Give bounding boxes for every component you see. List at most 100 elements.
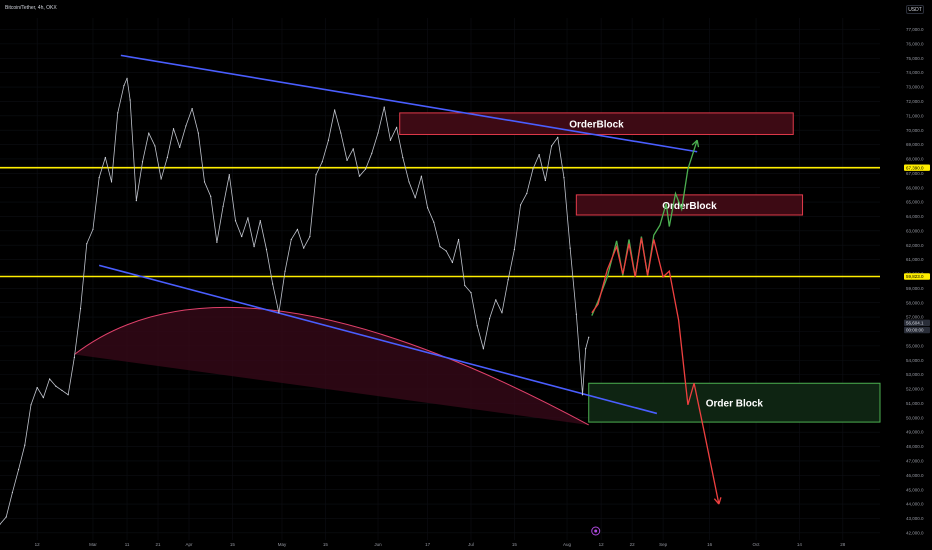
price-point <box>557 136 559 138</box>
price-point <box>383 106 385 108</box>
price-point <box>86 243 88 245</box>
price-point <box>464 284 466 287</box>
price-point <box>210 195 212 197</box>
orderblock-label: OrderBlock <box>569 120 624 131</box>
y-tick-label: 72,000.0 <box>906 99 924 104</box>
price-point <box>42 397 44 399</box>
price-point <box>581 394 584 396</box>
y-tick-label: 62,000.0 <box>906 243 924 248</box>
y-tick-label: 71,000.0 <box>906 113 924 118</box>
price-point <box>352 148 354 150</box>
x-tick-label: May <box>278 542 287 547</box>
y-tick-label: 43,000.0 <box>906 516 924 521</box>
price-point <box>402 156 404 159</box>
x-tick-label: Sep <box>659 542 668 547</box>
price-point <box>185 125 187 127</box>
y-tick-label: 50,000.0 <box>906 415 924 420</box>
price-point <box>358 175 361 177</box>
x-tick-label: 17 <box>425 542 431 547</box>
x-tick-label: Mar <box>89 542 97 547</box>
price-point <box>296 228 299 230</box>
price-point <box>216 241 218 243</box>
price-point <box>129 99 131 101</box>
y-tick-label: 58,000.0 <box>906 300 924 305</box>
price-point <box>104 156 106 159</box>
x-tick-label: Oct <box>753 542 761 547</box>
y-tick-label: 70,000.0 <box>906 128 924 133</box>
price-point <box>30 404 32 406</box>
y-tick-label: 46,000.0 <box>906 473 924 478</box>
currency-unit-button[interactable]: USDT <box>906 5 924 14</box>
x-tick-label: 15 <box>230 542 236 547</box>
price-point <box>247 217 249 219</box>
price-point <box>228 174 230 176</box>
y-tick-label: 67,000.0 <box>906 171 924 176</box>
y-tick-label: 51,000.0 <box>906 401 924 406</box>
x-tick-label: Jun <box>374 542 382 547</box>
price-point <box>408 181 410 183</box>
y-tick-label: 61,000.0 <box>906 257 924 262</box>
price-point <box>563 177 565 179</box>
x-tick-label: 22 <box>630 542 636 547</box>
price-point <box>309 235 311 238</box>
x-tick-label: 15 <box>323 542 329 547</box>
x-tick-label: 12 <box>35 542 41 547</box>
y-tick-label: 69,000.0 <box>906 142 924 147</box>
price-point <box>588 336 590 338</box>
price-point <box>495 299 497 301</box>
price-point <box>513 248 515 251</box>
price-point <box>191 107 193 110</box>
price-point <box>303 247 305 249</box>
y-tick-label: 57,000.0 <box>906 315 924 320</box>
price-point <box>433 221 435 223</box>
price-point <box>61 389 63 392</box>
price-point <box>507 279 509 281</box>
y-tick-label: 66,000.0 <box>906 185 924 190</box>
price-point <box>519 204 522 206</box>
chart-title: Bitcoin/Tether, 4h, OKX <box>5 5 57 11</box>
orderblock-label: Order Block <box>706 399 764 410</box>
price-point <box>48 378 51 380</box>
y-tick-label: 44,000.0 <box>906 502 924 507</box>
x-tick-label: 15 <box>512 542 518 547</box>
y-tick-label: 48,000.0 <box>906 444 924 449</box>
price-point <box>488 317 491 320</box>
y-tick-label: 47,000.0 <box>906 459 924 464</box>
x-tick-label: 28 <box>840 542 846 547</box>
price-point <box>284 270 286 272</box>
price-point <box>526 192 528 195</box>
y-tick-label: 63,000.0 <box>906 228 924 233</box>
y-tick-label: 65,000.0 <box>906 200 924 205</box>
price-point <box>92 228 94 230</box>
y-tick-label: 55,000.0 <box>906 343 924 348</box>
price-point <box>365 168 367 170</box>
price-point <box>73 356 75 358</box>
price-point <box>222 205 224 207</box>
price-point <box>482 348 484 350</box>
price-label-text: 00:00:00 <box>906 328 924 333</box>
price-point <box>24 444 26 446</box>
x-tick-label: 12 <box>599 542 605 547</box>
price-point <box>585 348 587 350</box>
price-point <box>457 238 460 241</box>
price-point <box>234 220 237 222</box>
y-tick-label: 49,000.0 <box>906 430 924 435</box>
y-tick-label: 73,000.0 <box>906 85 924 90</box>
price-point <box>389 139 392 141</box>
y-tick-label: 42,000.0 <box>906 530 924 535</box>
orderblock-label: OrderBlock <box>662 201 717 212</box>
y-tick-label: 76,000.0 <box>906 41 924 46</box>
price-point <box>278 312 280 314</box>
price-point <box>532 168 534 170</box>
x-tick-label: 14 <box>797 542 803 547</box>
price-point <box>414 197 416 199</box>
price-point <box>451 261 453 264</box>
price-point <box>346 159 348 161</box>
x-tick-label: Aug <box>563 542 572 547</box>
price-point <box>550 145 553 147</box>
y-tick-label: 53,000.0 <box>906 372 924 377</box>
price-point <box>123 84 125 87</box>
price-chart[interactable]: OrderBlock OrderBlock Order Block 42,000.0… <box>0 0 932 550</box>
x-tick-label: Apr <box>186 542 194 547</box>
price-point <box>67 394 69 396</box>
